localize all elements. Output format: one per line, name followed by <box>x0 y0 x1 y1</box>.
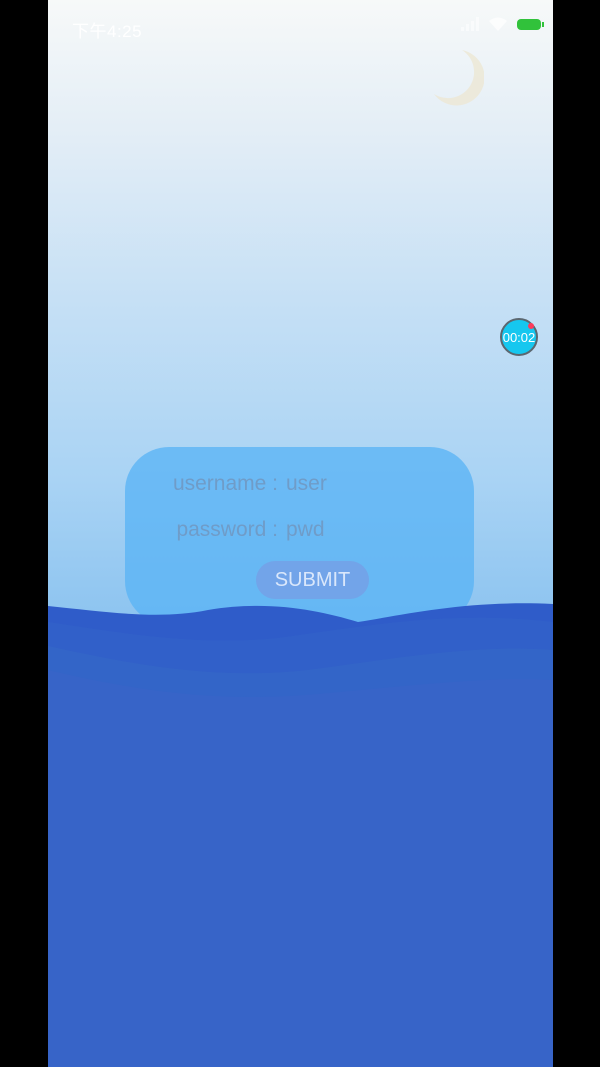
ocean-waves <box>48 603 553 1067</box>
submit-button[interactable]: SUBMIT <box>256 561 369 599</box>
recording-timer-badge[interactable]: 00:02 <box>500 318 538 356</box>
username-field[interactable]: user <box>286 472 327 496</box>
password-label: password : <box>176 518 278 541</box>
wifi-icon <box>489 17 507 31</box>
username-label: username : <box>172 472 278 495</box>
app-screen: 下午4:25 00:02 username : user password : <box>48 0 553 1067</box>
status-bar: 下午4:25 <box>48 0 553 54</box>
signal-icon <box>461 17 479 31</box>
crescent-moon-icon <box>434 50 484 106</box>
status-time: 下午4:25 <box>72 22 143 41</box>
password-field[interactable]: pwd <box>286 518 325 542</box>
status-icons <box>461 17 544 31</box>
battery-charging-icon <box>517 18 544 30</box>
login-card: username : user password : pwd SUBMIT <box>125 447 474 625</box>
recording-dot <box>528 323 534 329</box>
timer-label: 00:02 <box>502 329 536 345</box>
